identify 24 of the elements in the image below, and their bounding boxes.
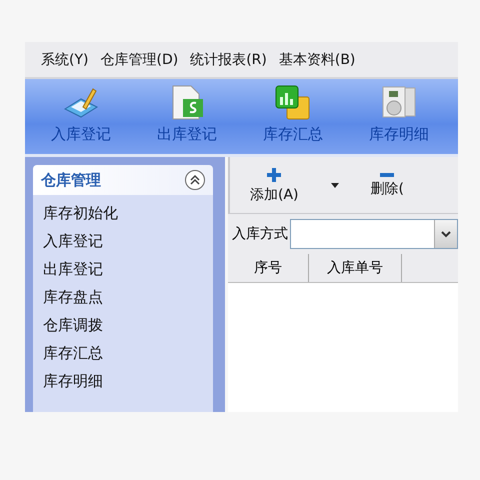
menu-item[interactable]: 统计报表(R) (190, 50, 267, 68)
sidebar-item[interactable]: 库存明细 (43, 367, 203, 395)
sidebar-item[interactable]: 仓库调拨 (43, 311, 203, 339)
action-button[interactable]: 添加(A) (244, 164, 305, 206)
sidebar-item[interactable]: 库存盘点 (43, 283, 203, 311)
sidebar-item[interactable]: 入库登记 (43, 227, 203, 255)
minus-icon (379, 172, 396, 176)
column-header[interactable]: 序号 (228, 254, 309, 282)
plus-icon (266, 166, 282, 182)
menu-item[interactable]: 仓库管理(D) (100, 50, 178, 68)
dropdown-arrow-icon[interactable] (330, 182, 339, 188)
sidebar-item[interactable]: 库存初始化 (43, 199, 203, 227)
menu-item[interactable]: 基本资料(B) (278, 50, 356, 68)
action-button[interactable]: 删除( (364, 170, 410, 200)
chevrons-up-icon (189, 174, 201, 186)
sidebar-item[interactable]: 库存汇总 (43, 339, 203, 367)
sidebar-title: 仓库管理 (41, 170, 101, 190)
dropdown-button[interactable] (434, 220, 457, 248)
menu-item[interactable]: 系统(Y) (41, 50, 88, 68)
collapse-button[interactable] (185, 170, 205, 190)
column-header[interactable]: 入库单号 (309, 254, 402, 282)
filter-label: 入库方式 (232, 225, 288, 243)
sidebar-item[interactable]: 出库登记 (43, 255, 203, 283)
chevron-down-icon (441, 230, 451, 238)
